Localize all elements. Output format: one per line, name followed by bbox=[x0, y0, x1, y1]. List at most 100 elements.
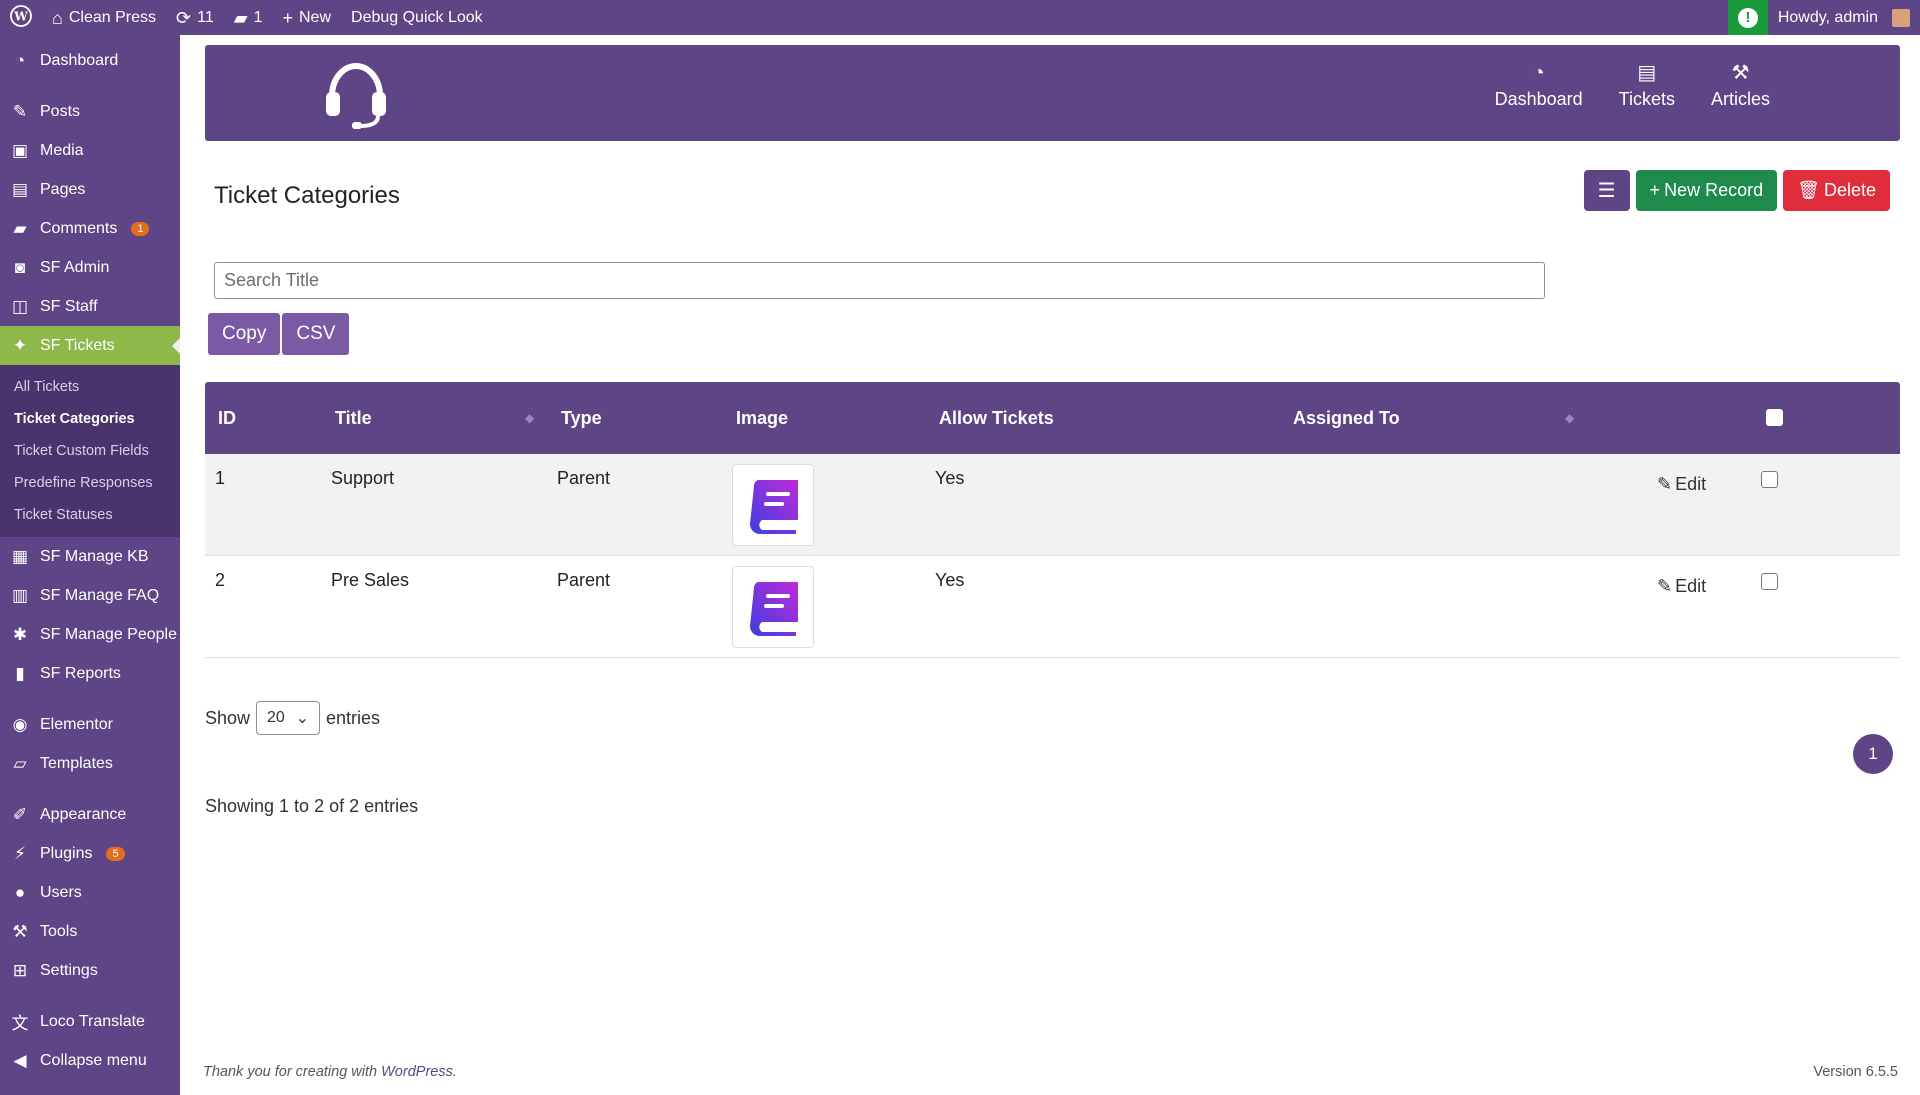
header-assigned-to[interactable]: Assigned To bbox=[1293, 408, 1400, 429]
plugin-header: ◔ Dashboard ▤ Tickets ⚒ Articles bbox=[205, 45, 1900, 141]
debug-label: Debug Quick Look bbox=[351, 8, 483, 26]
sidebar-item-media[interactable]: ▣ Media bbox=[0, 131, 180, 170]
table-header: ID Title ◆ Type Image Allow Tickets Assi… bbox=[205, 382, 1900, 454]
headset-icon bbox=[326, 62, 386, 129]
cell-type: Parent bbox=[557, 468, 611, 488]
header-allow-tickets[interactable]: Allow Tickets bbox=[939, 408, 1054, 429]
sort-icon[interactable]: ◆ bbox=[1565, 411, 1574, 425]
collapse-menu-button[interactable]: ◀ Collapse menu bbox=[0, 1041, 180, 1080]
row-checkbox[interactable] bbox=[1761, 573, 1778, 590]
sidebar-item-label: Media bbox=[40, 141, 84, 159]
user-icon: ● bbox=[14, 882, 26, 902]
nav-articles[interactable]: ⚒ Articles bbox=[1711, 63, 1770, 110]
header-title[interactable]: Title bbox=[335, 408, 372, 429]
category-image bbox=[732, 464, 814, 546]
trash-icon: 🗑 bbox=[1797, 180, 1820, 200]
entries-select[interactable]: 20 ⌄ bbox=[256, 701, 321, 735]
submenu-item-ticket-categories[interactable]: Ticket Categories bbox=[0, 403, 180, 435]
comments-badge: 1 bbox=[131, 221, 150, 236]
sidebar-item-sf-manage-faq[interactable]: ▥ SF Manage FAQ bbox=[0, 576, 180, 615]
wordpress-icon: W bbox=[10, 5, 32, 30]
folder-icon: ▱ bbox=[13, 753, 27, 773]
edit-icon: ✎ bbox=[1657, 576, 1673, 596]
entries-label: entries bbox=[326, 707, 381, 728]
delete-button[interactable]: 🗑 Delete bbox=[1783, 170, 1890, 211]
submenu-item-all-tickets[interactable]: All Tickets bbox=[0, 371, 180, 403]
sidebar-item-sf-tickets[interactable]: ✦ SF Tickets bbox=[0, 326, 180, 365]
wordpress-link[interactable]: WordPress bbox=[381, 1064, 453, 1080]
new-label: New bbox=[299, 8, 332, 26]
sidebar-item-sf-manage-kb[interactable]: ▦ SF Manage KB bbox=[0, 537, 180, 576]
sidebar-item-loco-translate[interactable]: 文 Loco Translate bbox=[0, 1002, 180, 1041]
sidebar-item-elementor[interactable]: ◉ Elementor bbox=[0, 705, 180, 744]
sidebar-item-label: SF Manage People bbox=[40, 625, 177, 643]
cell-allow-tickets: Yes bbox=[935, 570, 965, 590]
account-menu[interactable]: Howdy, admin bbox=[1768, 0, 1920, 35]
submenu-item-predefine-responses[interactable]: Predefine Responses bbox=[0, 467, 180, 499]
pagination-page-1[interactable]: 1 bbox=[1853, 734, 1893, 774]
row-checkbox[interactable] bbox=[1761, 471, 1778, 488]
site-name-link[interactable]: ⌂ Clean Press bbox=[42, 0, 166, 35]
admin-icon: ◙ bbox=[14, 257, 26, 277]
sidebar-item-settings[interactable]: ⊞ Settings bbox=[0, 951, 180, 990]
header-image[interactable]: Image bbox=[736, 408, 788, 429]
sidebar-item-dashboard[interactable]: ◔ Dashboard bbox=[0, 41, 180, 80]
book-icon bbox=[750, 582, 798, 636]
comments-link[interactable]: ▰ 1 bbox=[224, 0, 273, 35]
edit-button[interactable]: ✎ Edit bbox=[1657, 474, 1706, 495]
sidebar-item-label: Elementor bbox=[40, 715, 113, 733]
sidebar-item-templates[interactable]: ▱ Templates bbox=[0, 744, 180, 783]
nav-label: Tickets bbox=[1618, 89, 1675, 109]
select-all-checkbox[interactable] bbox=[1766, 409, 1783, 426]
table-row: 1 Support Parent Yes ✎ Edit bbox=[205, 454, 1900, 556]
avatar bbox=[1892, 8, 1910, 27]
filter-button[interactable]: ☰ bbox=[1583, 170, 1630, 211]
copy-button[interactable]: Copy bbox=[208, 313, 281, 355]
sidebar-item-label: Collapse menu bbox=[40, 1051, 147, 1069]
sidebar-item-tools[interactable]: ⚒ Tools bbox=[0, 912, 180, 951]
sidebar-item-label: Tools bbox=[40, 922, 78, 940]
header-id[interactable]: ID bbox=[218, 408, 236, 429]
submenu-item-ticket-statuses[interactable]: Ticket Statuses bbox=[0, 499, 180, 531]
sidebar-item-comments[interactable]: ▰ Comments 1 bbox=[0, 209, 180, 248]
svg-text:W: W bbox=[13, 10, 28, 24]
sidebar-item-pages[interactable]: ▤ Pages bbox=[0, 170, 180, 209]
chart-icon: ▮ bbox=[15, 663, 25, 683]
sidebar-item-label: SF Manage KB bbox=[40, 547, 149, 565]
search-input[interactable] bbox=[214, 262, 1545, 299]
updates-link[interactable]: ⟳ 11 bbox=[166, 0, 224, 35]
new-content-link[interactable]: + New bbox=[272, 0, 341, 35]
debug-quick-look-link[interactable]: Debug Quick Look bbox=[341, 0, 493, 35]
nav-dashboard[interactable]: ◔ Dashboard bbox=[1495, 63, 1583, 110]
sidebar-item-users[interactable]: ● Users bbox=[0, 873, 180, 912]
pages-icon: ▤ bbox=[11, 179, 29, 199]
sidebar-item-posts[interactable]: ✎ Posts bbox=[0, 92, 180, 131]
dashboard-icon: ◔ bbox=[14, 50, 26, 70]
cell-allow-tickets: Yes bbox=[935, 468, 965, 488]
sidebar-item-sf-admin[interactable]: ◙ SF Admin bbox=[0, 248, 180, 287]
sidebar-item-sf-manage-people[interactable]: ✱ SF Manage People bbox=[0, 615, 180, 654]
page-title: Ticket Categories bbox=[214, 182, 400, 209]
cell-title: Support bbox=[331, 468, 395, 488]
sidebar-item-sf-reports[interactable]: ▮ SF Reports bbox=[0, 654, 180, 693]
edit-button[interactable]: ✎ Edit bbox=[1657, 576, 1706, 597]
sort-icon[interactable]: ◆ bbox=[525, 411, 534, 425]
sidebar-item-plugins[interactable]: ⚡ Plugins 5 bbox=[0, 834, 180, 873]
wrench-icon: ⚒ bbox=[12, 921, 28, 941]
csv-button[interactable]: CSV bbox=[282, 313, 350, 355]
sidebar-item-label: Comments bbox=[40, 219, 118, 237]
category-image bbox=[732, 566, 814, 648]
footer-thanks: Thank you for creating with bbox=[203, 1064, 382, 1080]
sidebar-item-appearance[interactable]: ✐ Appearance bbox=[0, 795, 180, 834]
plugins-badge: 5 bbox=[106, 846, 125, 861]
nav-tickets[interactable]: ▤ Tickets bbox=[1619, 63, 1675, 110]
new-record-button[interactable]: + New Record bbox=[1635, 170, 1778, 211]
refresh-icon: ⟳ bbox=[176, 7, 192, 28]
header-type[interactable]: Type bbox=[561, 408, 602, 429]
sidebar-item-sf-staff[interactable]: ◫ SF Staff bbox=[0, 287, 180, 326]
wordpress-logo[interactable]: W bbox=[0, 0, 42, 35]
footer-credit: Thank you for creating with WordPress. bbox=[203, 1064, 457, 1080]
sidebar-item-label: Loco Translate bbox=[40, 1012, 145, 1030]
submenu-item-ticket-custom-fields[interactable]: Ticket Custom Fields bbox=[0, 435, 180, 467]
alert-button[interactable]: ! bbox=[1727, 0, 1768, 35]
